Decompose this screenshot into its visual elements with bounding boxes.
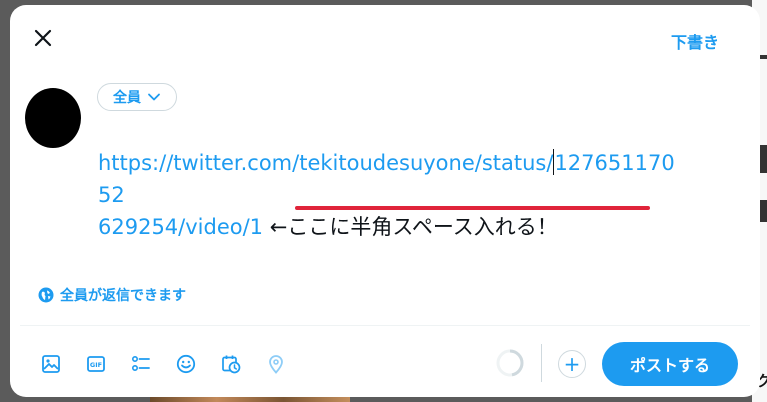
close-button[interactable]: [30, 25, 56, 51]
emoji-icon: [176, 354, 196, 374]
emoji-button[interactable]: [169, 351, 203, 377]
annotation-underline: [295, 206, 650, 210]
chevron-down-icon: [148, 93, 160, 101]
compose-toolbar: GIF: [34, 351, 304, 377]
tweet-textarea[interactable]: https://twitter.com/tekitoudesuyone/stat…: [98, 147, 678, 243]
avatar[interactable]: [25, 88, 81, 148]
gif-text: GIF: [90, 361, 102, 369]
post-button[interactable]: ポストする: [602, 342, 738, 386]
schedule-icon: [222, 355, 241, 374]
close-icon: [34, 29, 52, 47]
location-icon: [269, 355, 283, 374]
divider: [20, 325, 750, 326]
gif-button[interactable]: GIF: [79, 351, 113, 377]
reply-setting-label: 全員が返信できます: [60, 288, 186, 304]
drafts-button[interactable]: 下書き: [671, 29, 719, 53]
globe-icon: [38, 287, 54, 303]
image-icon: [42, 355, 60, 373]
compose-dialog: 下書き 全員 https://twitter.com/tekitoudesuyo…: [10, 5, 760, 397]
location-button[interactable]: [259, 351, 293, 377]
audience-label: 全員: [113, 90, 141, 106]
poll-button[interactable]: [124, 351, 158, 377]
gif-icon: GIF: [87, 356, 105, 372]
annotation-text: ←ここに半角スペース入れる！: [269, 215, 558, 239]
media-button[interactable]: [34, 351, 68, 377]
poll-icon: [131, 355, 150, 372]
toolbar-separator: [541, 344, 542, 382]
schedule-button[interactable]: [214, 351, 248, 377]
character-count-ring: [496, 349, 524, 377]
reply-setting-button[interactable]: 全員が返信できます: [38, 285, 186, 305]
add-post-button[interactable]: +: [558, 350, 586, 378]
audience-selector[interactable]: 全員: [97, 83, 177, 111]
